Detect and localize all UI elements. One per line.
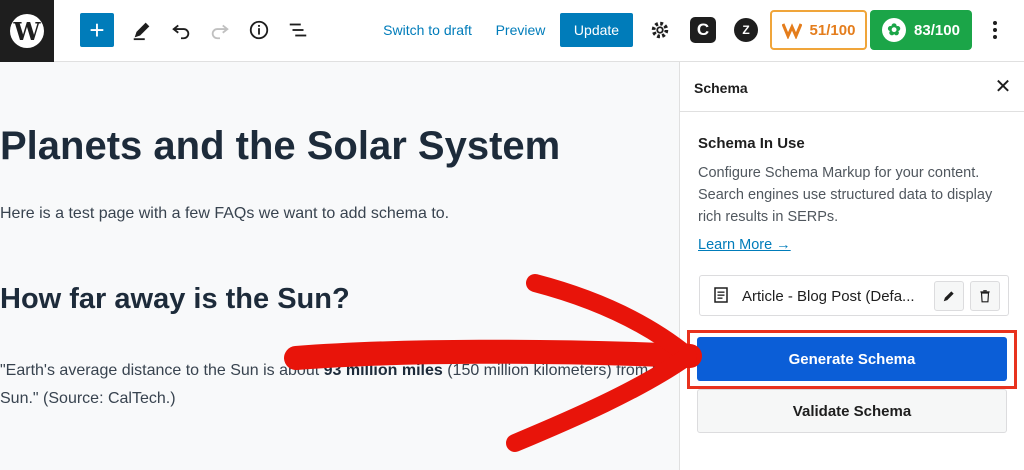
post-title[interactable]: Planets and the Solar System (0, 124, 560, 169)
undo-button[interactable] (166, 13, 196, 47)
tools-button[interactable] (127, 13, 157, 47)
schema-item: Article - Blog Post (Defa... (699, 275, 1009, 316)
generate-schema-button[interactable]: Generate Schema (697, 337, 1007, 381)
quote-paragraph[interactable]: "Earth's average distance to the Sun is … (0, 357, 676, 413)
update-button[interactable]: Update (560, 13, 633, 47)
list-view-button[interactable] (283, 13, 313, 47)
schema-in-use-title: Schema In Use (698, 135, 805, 152)
details-button[interactable] (244, 13, 274, 47)
learn-more-link[interactable]: Learn More → (698, 237, 791, 253)
close-icon: ✕ (994, 75, 1012, 98)
rank-score-value: 83/100 (914, 21, 960, 39)
schema-item-label: Article - Blog Post (Defa... (742, 288, 915, 305)
wordpress-logo-icon: W (10, 14, 44, 48)
edit-schema-button[interactable] (934, 281, 964, 311)
c-plugin-icon: C (696, 20, 710, 39)
seo-score-value: 51/100 (809, 21, 856, 39)
list-view-icon (289, 23, 307, 37)
rank-score-button[interactable]: ✿ 83/100 (870, 10, 972, 50)
preview-button[interactable]: Preview (493, 13, 548, 47)
redo-button[interactable] (205, 13, 235, 47)
switch-to-draft-button[interactable]: Switch to draft (380, 13, 475, 47)
wordpress-logo-button[interactable]: W (0, 0, 54, 62)
pencil-icon (943, 291, 954, 302)
info-icon (249, 20, 269, 40)
intro-paragraph[interactable]: Here is a test page with a few FAQs we w… (0, 205, 449, 223)
sidebar-header: Schema ✕ (680, 62, 1024, 112)
settings-button[interactable] (645, 13, 675, 47)
seo-score-button[interactable]: 51/100 (770, 10, 867, 50)
add-block-button[interactable]: + (80, 13, 114, 47)
quote-text-bold: 93 million miles (323, 362, 443, 379)
gear-icon (651, 21, 669, 39)
c-plugin-button[interactable]: C (690, 17, 716, 43)
z-plugin-icon: Z (742, 23, 750, 37)
trash-icon (980, 290, 990, 303)
redo-icon (211, 24, 229, 40)
document-icon (714, 287, 728, 307)
seo-m-icon (781, 23, 802, 39)
pencil-icon (133, 22, 150, 41)
more-options-button[interactable] (980, 13, 1010, 47)
sidebar-title: Schema (694, 80, 748, 96)
more-vertical-icon (993, 21, 997, 39)
schema-description: Configure Schema Markup for your content… (698, 165, 993, 225)
z-plugin-button[interactable]: Z (734, 18, 758, 42)
quote-text-start: "Earth's average distance to the Sun is … (0, 362, 324, 379)
validate-schema-button[interactable]: Validate Schema (697, 389, 1007, 433)
faq-heading[interactable]: How far away is the Sun? (0, 283, 350, 316)
editor-toolbar: W + Switch to draft Preview Update C Z 5… (0, 0, 1024, 62)
editor-canvas[interactable]: Planets and the Solar System Here is a t… (0, 62, 679, 470)
rank-gear-icon: ✿ (882, 18, 907, 42)
close-sidebar-button[interactable]: ✕ (991, 74, 1015, 98)
undo-icon (172, 24, 190, 40)
delete-schema-button[interactable] (970, 281, 1000, 311)
